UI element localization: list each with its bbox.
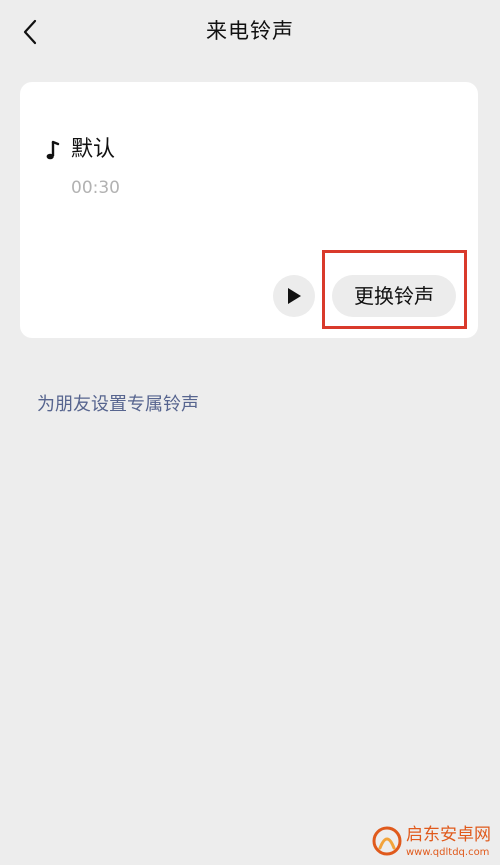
nav-bar: 来电铃声 (0, 0, 500, 64)
watermark-name: 启东安卓网 (406, 825, 491, 845)
ringtone-name: 默认 (71, 137, 116, 162)
ringtone-card: 默认 00:30 更换铃声 (20, 82, 478, 338)
watermark-url: www.qdltdq.com (406, 847, 490, 858)
page-title: 来电铃声 (206, 19, 294, 43)
change-ringtone-button[interactable]: 更换铃声 (332, 275, 456, 317)
ringtone-duration: 00:30 (71, 178, 120, 198)
play-icon (288, 288, 301, 304)
friend-ringtone-link[interactable]: 为朋友设置专属铃声 (37, 392, 199, 418)
play-button[interactable] (273, 275, 315, 317)
music-note-icon (46, 140, 60, 160)
watermark-logo-icon (372, 826, 402, 856)
watermark: 启东安卓网 www.qdltdq.com (372, 824, 496, 862)
